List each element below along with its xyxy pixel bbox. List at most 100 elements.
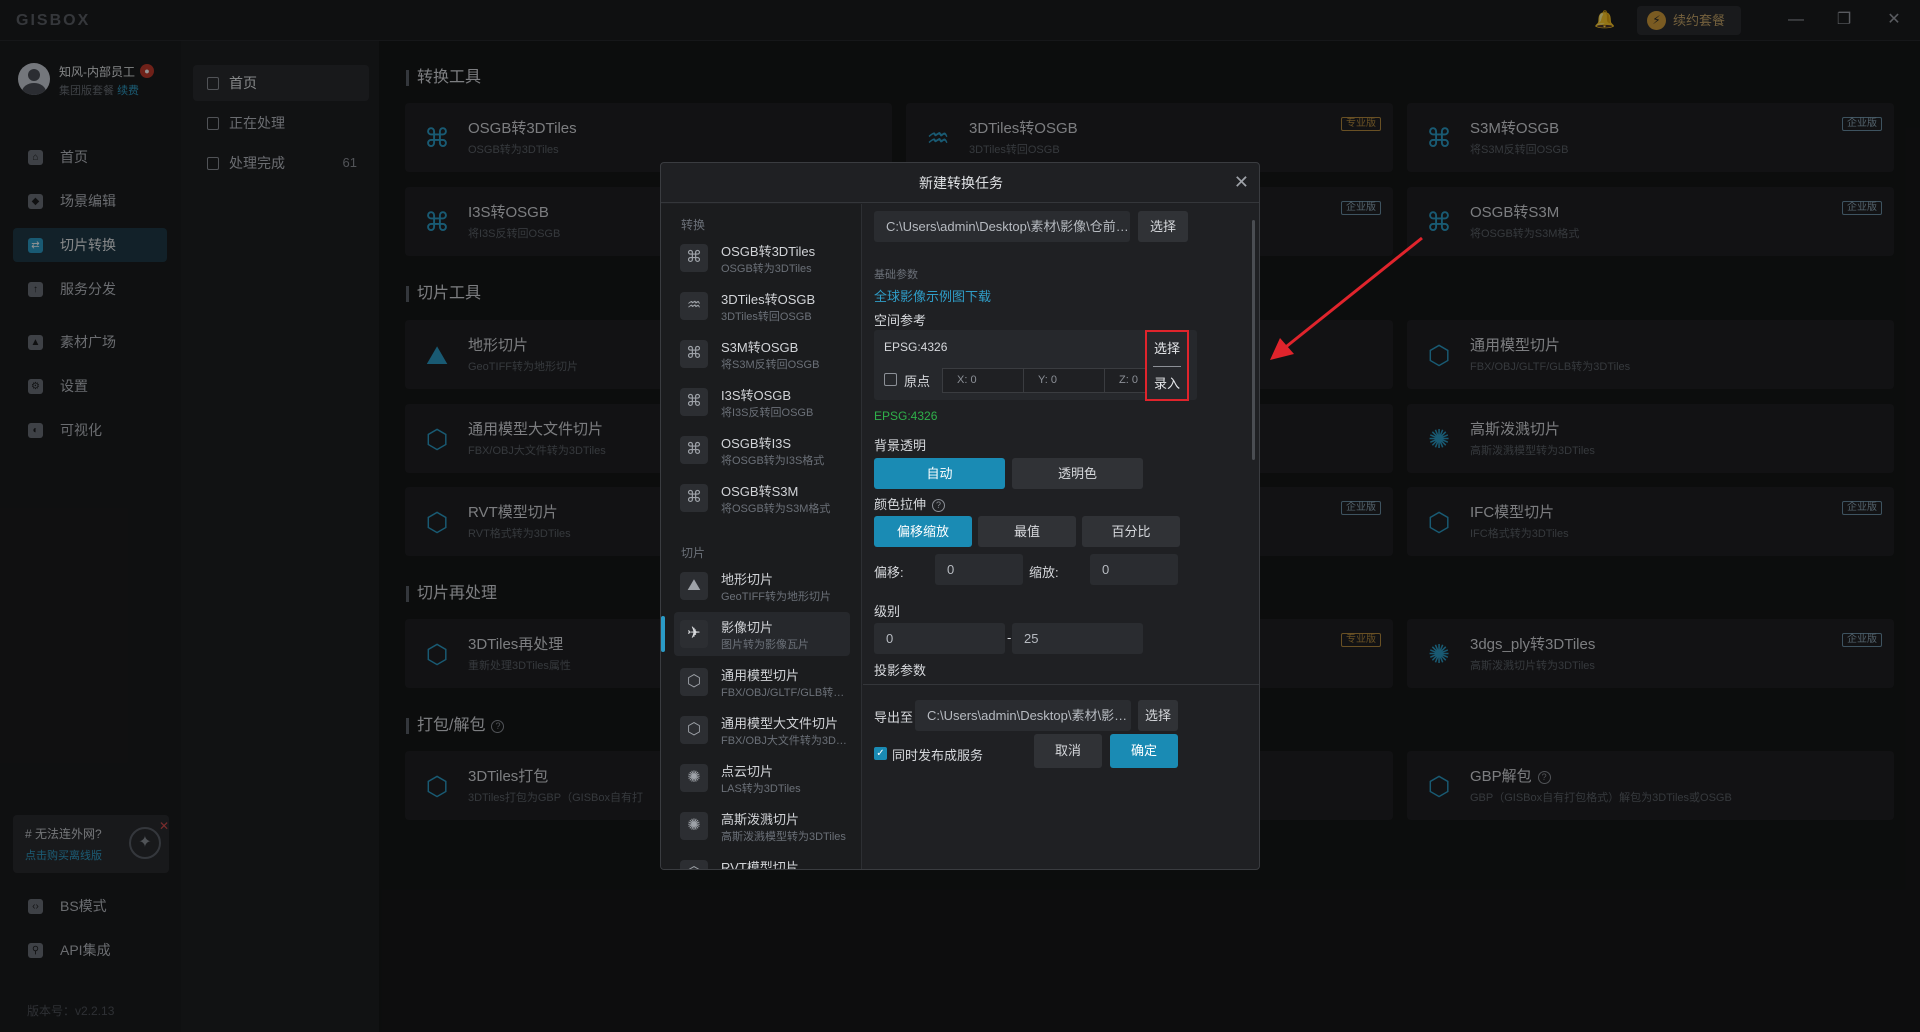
epsg-value: EPSG:4326	[884, 340, 948, 354]
box-icon: ⬡	[680, 668, 708, 696]
origin-x-field[interactable]: X: 0	[942, 368, 1024, 393]
level-dash: -	[1007, 630, 1012, 645]
network-icon: ⌘	[680, 484, 708, 512]
enter-srs-button[interactable]: 录入	[1147, 368, 1187, 399]
task-item-subtitle: 将OSGB转为S3M格式	[721, 503, 831, 515]
level-label: 级别	[874, 604, 901, 619]
projection-label: 投影参数	[874, 663, 927, 678]
export-path-field[interactable]: C:\Users\admin\Desktop\素材\影像\out…	[915, 700, 1131, 731]
new-task-dialog: 新建转换任务 ✕ 转换 ⌘ OSGB转3DTiles OSGB转为3DTiles ♒…	[660, 162, 1260, 870]
satellite-icon: ✈	[680, 620, 708, 648]
origin-y-field[interactable]: Y: 0	[1023, 368, 1105, 393]
task-item-image-tile[interactable]: ✈ 影像切片 图片转为影像瓦片	[661, 612, 850, 656]
box-icon: ⬡	[680, 716, 708, 744]
epsg-status: EPSG:4326	[874, 409, 938, 423]
choose-srs-button[interactable]: 选择	[1147, 333, 1187, 364]
task-form: C:\Users\admin\Desktop\素材\影像\仓前街道_… 选择 基…	[863, 204, 1259, 869]
task-item-subtitle: LAS转为3DTiles	[721, 783, 801, 795]
transparent-color-button[interactable]: 透明色	[1012, 458, 1143, 489]
task-item-pointcloud[interactable]: ✺ 点云切片 LAS转为3DTiles	[674, 756, 850, 800]
task-item-title: OSGB转I3S	[721, 436, 792, 451]
task-item-i3s-osgb[interactable]: ⌘ I3S转OSGB 将I3S反转回OSGB	[674, 380, 850, 424]
network-icon: ⌘	[680, 244, 708, 272]
publish-checkbox[interactable]: ✓	[874, 747, 887, 760]
task-item-title: 通用模型切片	[721, 668, 800, 683]
sample-download-link[interactable]: 全球影像示例图下载	[874, 286, 991, 305]
arrow-head	[1270, 338, 1294, 360]
group-convert-label: 转换	[681, 218, 706, 232]
select-export-button[interactable]: 选择	[1138, 700, 1178, 731]
task-item-title: S3M转OSGB	[721, 340, 799, 355]
task-item-subtitle: OSGB转为3DTiles	[721, 263, 812, 275]
task-item-title: I3S转OSGB	[721, 388, 792, 403]
network-icon: ⌘	[680, 388, 708, 416]
task-item-model-tile[interactable]: ⬡ 通用模型切片 FBX/OBJ/GLTF/GLB转为3DTiles	[674, 660, 850, 704]
task-item-title: 3DTiles转OSGB	[721, 292, 816, 307]
box-icon: ⬡	[680, 860, 708, 869]
stretch-percent-button[interactable]: 百分比	[1082, 516, 1180, 547]
dialog-header: 新建转换任务 ✕	[661, 163, 1259, 203]
task-item-subtitle: 图片转为影像瓦片	[721, 639, 809, 651]
dialog-title: 新建转换任务	[919, 175, 1003, 191]
origin-checkbox[interactable]	[884, 373, 897, 386]
color-stretch-text: 颜色拉伸	[874, 497, 927, 512]
task-item-title: OSGB转S3M	[721, 484, 799, 499]
task-type-list: 转换 ⌘ OSGB转3DTiles OSGB转为3DTiles ♒ 3DTiles转O…	[661, 204, 862, 870]
splat-icon: ✺	[680, 812, 708, 840]
task-item-title: OSGB转3DTiles	[721, 244, 816, 259]
cancel-button[interactable]: 取消	[1034, 734, 1102, 768]
annotation-arrow	[1270, 236, 1423, 360]
scale-input[interactable]: 0	[1090, 554, 1178, 585]
task-item-subtitle: 将I3S反转回OSGB	[721, 407, 814, 419]
network-icon: ⌘	[680, 436, 708, 464]
task-item-subtitle: GeoTIFF转为地形切片	[721, 591, 832, 603]
pointcloud-icon: ✺	[680, 764, 708, 792]
confirm-button[interactable]: 确定	[1110, 734, 1178, 768]
color-stretch-label: 颜色拉伸?	[874, 494, 946, 513]
task-item-3dtiles-osgb[interactable]: ♒ 3DTiles转OSGB 3DTiles转回OSGB	[674, 284, 850, 328]
task-item-rvt[interactable]: ⬡ RVT模型切片	[674, 852, 850, 870]
task-item-subtitle: FBX/OBJ/GLTF/GLB转为3DTiles	[721, 687, 849, 699]
task-item-title: 通用模型大文件切片	[721, 716, 839, 731]
input-path-field[interactable]: C:\Users\admin\Desktop\素材\影像\仓前街道_…	[874, 211, 1130, 242]
task-item-osgb-i3s[interactable]: ⌘ OSGB转I3S 将OSGB转为I3S格式	[674, 428, 850, 472]
task-item-osgb-s3m[interactable]: ⌘ OSGB转S3M 将OSGB转为S3M格式	[674, 476, 850, 520]
bg-transparent-label: 背景透明	[874, 438, 927, 453]
close-icon[interactable]: ✕	[1234, 163, 1249, 201]
origin-label: 原点	[904, 374, 931, 389]
task-item-subtitle: 高斯泼溅模型转为3DTiles	[721, 831, 846, 843]
help-icon[interactable]: ?	[932, 499, 946, 512]
task-item-subtitle: 将S3M反转回OSGB	[721, 359, 820, 371]
network-icon: ⌘	[680, 340, 708, 368]
publish-label: 同时发布成服务	[892, 748, 984, 763]
auto-button[interactable]: 自动	[874, 458, 1005, 489]
stretch-minmax-button[interactable]: 最值	[978, 516, 1076, 547]
divider	[1153, 366, 1181, 367]
task-item-large-model[interactable]: ⬡ 通用模型大文件切片 FBX/OBJ大文件转为3DTiles	[674, 708, 850, 752]
group-tile-label: 切片	[681, 546, 706, 560]
layers-icon: ♒	[680, 292, 708, 320]
scale-label: 缩放:	[1029, 565, 1059, 580]
task-item-subtitle: 3DTiles转回OSGB	[721, 311, 812, 323]
export-label: 导出至	[874, 710, 914, 725]
offset-input[interactable]: 0	[935, 554, 1023, 585]
task-item-title: 地形切片	[721, 572, 774, 587]
highlight-box: 选择 录入	[1145, 330, 1189, 401]
select-input-button[interactable]: 选择	[1138, 211, 1188, 242]
basic-params-label: 基础参数	[874, 269, 918, 281]
task-item-subtitle: FBX/OBJ大文件转为3DTiles	[721, 735, 849, 747]
level-min-input[interactable]: 0	[874, 623, 1005, 654]
task-item-osgb-3dtiles[interactable]: ⌘ OSGB转3DTiles OSGB转为3DTiles	[674, 236, 850, 280]
offset-label: 偏移:	[874, 565, 904, 580]
form-scrollbar[interactable]	[1252, 220, 1255, 460]
app-root: GISBOX 🔔 ⚡ 续约套餐 — ❐ ✕ 知风-内部员工 ● 集团版套餐 续费…	[0, 0, 1920, 1032]
task-item-subtitle: 将OSGB转为I3S格式	[721, 455, 825, 467]
task-item-title: 点云切片	[721, 764, 774, 779]
task-item-terrain[interactable]: ⛰ 地形切片 GeoTIFF转为地形切片	[674, 564, 850, 608]
task-item-title: RVT模型切片	[721, 860, 799, 870]
terrain-icon: ⛰	[680, 572, 708, 600]
task-item-s3m-osgb[interactable]: ⌘ S3M转OSGB 将S3M反转回OSGB	[674, 332, 850, 376]
stretch-offset-scale-button[interactable]: 偏移缩放	[874, 516, 972, 547]
level-max-input[interactable]: 25	[1012, 623, 1143, 654]
task-item-gaussian[interactable]: ✺ 高斯泼溅切片 高斯泼溅模型转为3DTiles	[674, 804, 850, 848]
